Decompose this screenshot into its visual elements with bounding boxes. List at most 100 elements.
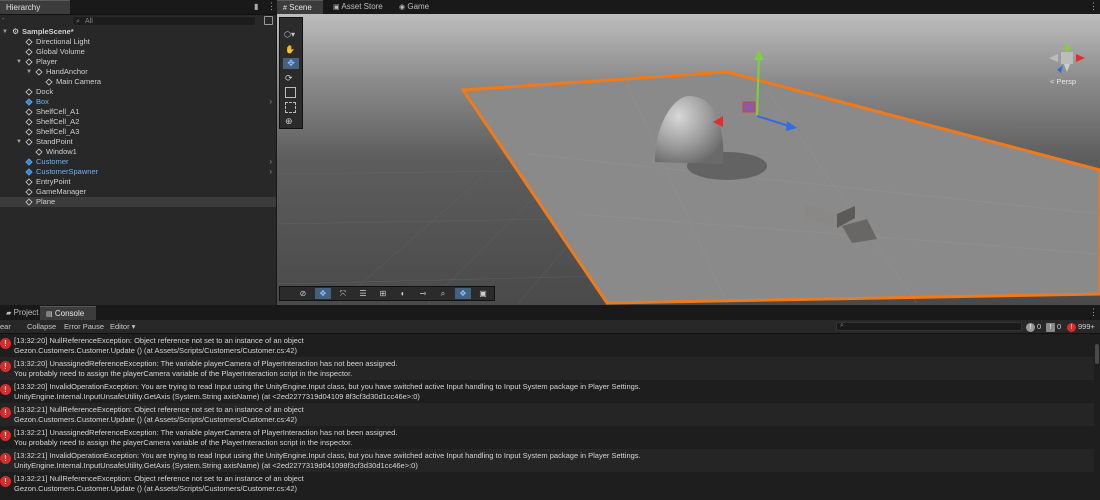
menu-kebab-icon[interactable]: ⋮ xyxy=(1089,1,1098,12)
console-search-input[interactable]: ⌕ xyxy=(836,322,1022,331)
scene-viewport[interactable]: < Persp ✋ ✥ ⟳ ⊕ ⬡▾ ⊘ ✥ ⤧ ☰ ⊞ ◐ ⊸ ⌕ ✥ ▣ xyxy=(277,14,1100,305)
hierarchy-search-input[interactable]: ⌕ All xyxy=(72,16,256,26)
scene-tabbar: # Scene ▣ Asset Store ◉ Game ⋮ xyxy=(277,0,1100,15)
gameobject-icon xyxy=(25,38,33,46)
shading-icon[interactable]: ◐ xyxy=(395,288,411,299)
console-scrollbar[interactable] xyxy=(1094,334,1100,500)
hierarchy-item[interactable]: ▼ HandAnchor xyxy=(0,67,276,77)
scroll-thumb[interactable] xyxy=(1095,344,1099,364)
hierarchy-item[interactable]: Dock xyxy=(0,87,276,97)
console-log-entry[interactable]: ! [13:32:20] InvalidOperationException: Y… xyxy=(0,380,1094,403)
rect-tool-icon[interactable] xyxy=(285,102,296,113)
console-log-entry[interactable]: ! [13:32:20] NullReferenceException: Obje… xyxy=(0,334,1094,357)
warning-count: 0 xyxy=(1057,322,1062,331)
error-count: 999+ xyxy=(1078,322,1095,331)
scale-gizmo-icon[interactable]: ⤧ xyxy=(335,288,351,299)
warning-count-toggle[interactable]: ! 0 xyxy=(1046,321,1061,332)
cube-dropdown-icon[interactable]: ⬡▾ xyxy=(284,30,295,39)
gameobject-icon xyxy=(25,48,33,56)
hierarchy-item[interactable]: Plane xyxy=(0,197,276,207)
tab-game[interactable]: ◉ Game xyxy=(393,0,435,14)
error-icon: ! xyxy=(0,476,11,487)
camera-icon[interactable]: ▣ xyxy=(475,288,491,299)
hierarchy-item-label: ShelfCell_A2 xyxy=(36,117,80,126)
expand-arrow-icon[interactable]: ▼ xyxy=(16,57,22,67)
hierarchy-item[interactable]: Window1 xyxy=(0,147,276,157)
prefab-icon xyxy=(25,158,33,166)
gameobject-icon xyxy=(25,178,33,186)
projection-label[interactable]: < Persp xyxy=(1050,77,1076,86)
expand-arrow-icon[interactable]: ▼ xyxy=(26,67,32,77)
error-icon: ! xyxy=(0,430,11,441)
prefab-icon xyxy=(25,98,33,106)
error-icon: ! xyxy=(0,361,11,372)
gameobject-icon xyxy=(25,128,33,136)
hierarchy-item[interactable]: Main Camera xyxy=(0,77,276,87)
console-log-entry[interactable]: ! [13:32:21] UnassignedReferenceException… xyxy=(0,426,1094,449)
console-log-entry[interactable]: ! [13:32:21] NullReferenceException: Obje… xyxy=(0,472,1094,495)
log-stacktrace: Gezon.Customers.Customer.Update () (at A… xyxy=(14,415,298,424)
hierarchy-item[interactable]: ▼ Player xyxy=(0,57,276,67)
hierarchy-item[interactable]: Directional Light xyxy=(0,37,276,47)
hierarchy-item[interactable]: GameManager xyxy=(0,187,276,197)
console-log-entry[interactable]: ! [13:32:20] UnassignedReferenceException… xyxy=(0,357,1094,380)
hierarchy-item-label: Plane xyxy=(36,197,56,206)
error-pause-button[interactable]: Error Pause xyxy=(64,320,104,333)
open-prefab-chevron-icon[interactable]: › xyxy=(269,167,272,177)
zoom-icon[interactable]: ⌕ xyxy=(435,288,451,299)
menu-kebab-icon[interactable]: ⋮ xyxy=(1089,307,1098,318)
tab-console-label: Console xyxy=(54,309,85,318)
tab-hierarchy[interactable]: Hierarchy xyxy=(0,0,70,14)
editor-dropdown[interactable]: Editor ▾ xyxy=(110,320,135,333)
rotate-tool-icon[interactable]: ⟳ xyxy=(285,73,293,84)
move-tool-icon[interactable]: ✥ xyxy=(283,58,299,69)
console-log-entry[interactable]: ! [13:32:21] InvalidOperationException: Y… xyxy=(0,449,1094,472)
hierarchy-item-label: ShelfCell_A1 xyxy=(36,107,80,116)
scale-tool-icon[interactable] xyxy=(285,87,296,98)
hierarchy-item[interactable]: Box › xyxy=(0,97,276,107)
expand-arrow-icon[interactable]: ▼ xyxy=(2,27,8,37)
move-gizmo-icon[interactable]: ✥ xyxy=(315,288,331,299)
view-tool-icon[interactable]: ✋ xyxy=(285,45,297,55)
open-prefab-chevron-icon[interactable]: › xyxy=(269,157,272,167)
transform-tool-icon[interactable]: ⊕ xyxy=(285,116,293,127)
log-stacktrace: You probably need to assign the playerCa… xyxy=(14,438,353,447)
info-count-toggle[interactable]: ! 0 xyxy=(1026,321,1041,332)
scene-visibility-icon[interactable] xyxy=(264,16,273,25)
visibility-icon[interactable]: ⊸ xyxy=(415,288,431,299)
hierarchy-item-label: ShelfCell_A3 xyxy=(36,127,80,136)
gameobject-icon xyxy=(35,148,43,156)
open-prefab-chevron-icon[interactable]: › xyxy=(269,97,272,107)
hierarchy-item[interactable]: ShelfCell_A1 xyxy=(0,107,276,117)
create-dropdown-icon[interactable]: - xyxy=(2,16,4,23)
hierarchy-item[interactable]: Customer › xyxy=(0,157,276,167)
log-stacktrace: UnityEngine.Internal.InputUnsafeUtility.… xyxy=(14,461,418,470)
gamepad-icon: ◉ xyxy=(399,4,406,11)
pan-icon[interactable]: ✥ xyxy=(455,288,471,299)
layers-icon[interactable]: ☰ xyxy=(355,288,371,299)
hierarchy-item[interactable]: Global Volume xyxy=(0,47,276,57)
draw-mode-icon[interactable]: ⊘ xyxy=(295,288,311,299)
tab-asset-store[interactable]: ▣ Asset Store xyxy=(327,0,389,14)
hierarchy-item[interactable]: ShelfCell_A2 xyxy=(0,117,276,127)
expand-arrow-icon[interactable]: ▼ xyxy=(16,137,22,147)
menu-kebab-icon[interactable]: ⋮ xyxy=(267,1,276,12)
lock-icon[interactable]: ▮ xyxy=(254,2,258,11)
console-log-entry[interactable]: ! [13:32:21] NullReferenceException: Obje… xyxy=(0,403,1094,426)
hierarchy-item[interactable]: ▼ ⚙ SampleScene* xyxy=(0,27,276,37)
tab-scene[interactable]: # Scene xyxy=(277,0,323,14)
hierarchy-item[interactable]: CustomerSpawner › xyxy=(0,167,276,177)
search-icon: ⌕ xyxy=(840,322,844,329)
collapse-button[interactable]: Collapse xyxy=(27,320,56,333)
hierarchy-item[interactable]: ShelfCell_A3 xyxy=(0,127,276,137)
gameobject-icon xyxy=(45,78,53,86)
error-count-toggle[interactable]: ! 999+ xyxy=(1067,321,1095,332)
hierarchy-item[interactable]: ▼ StandPoint xyxy=(0,137,276,147)
tab-console[interactable]: ▤ Console xyxy=(40,306,96,320)
hierarchy-item[interactable]: EntryPoint xyxy=(0,177,276,187)
grid-snap-icon[interactable]: ⊞ xyxy=(375,288,391,299)
clear-button[interactable]: ear xyxy=(0,320,11,333)
hierarchy-item-label: Main Camera xyxy=(56,77,102,86)
console-toolbar: ear Collapse Error Pause Editor ▾ ⌕ ! 0 !… xyxy=(0,320,1100,334)
hierarchy-item-label: Dock xyxy=(36,87,54,96)
